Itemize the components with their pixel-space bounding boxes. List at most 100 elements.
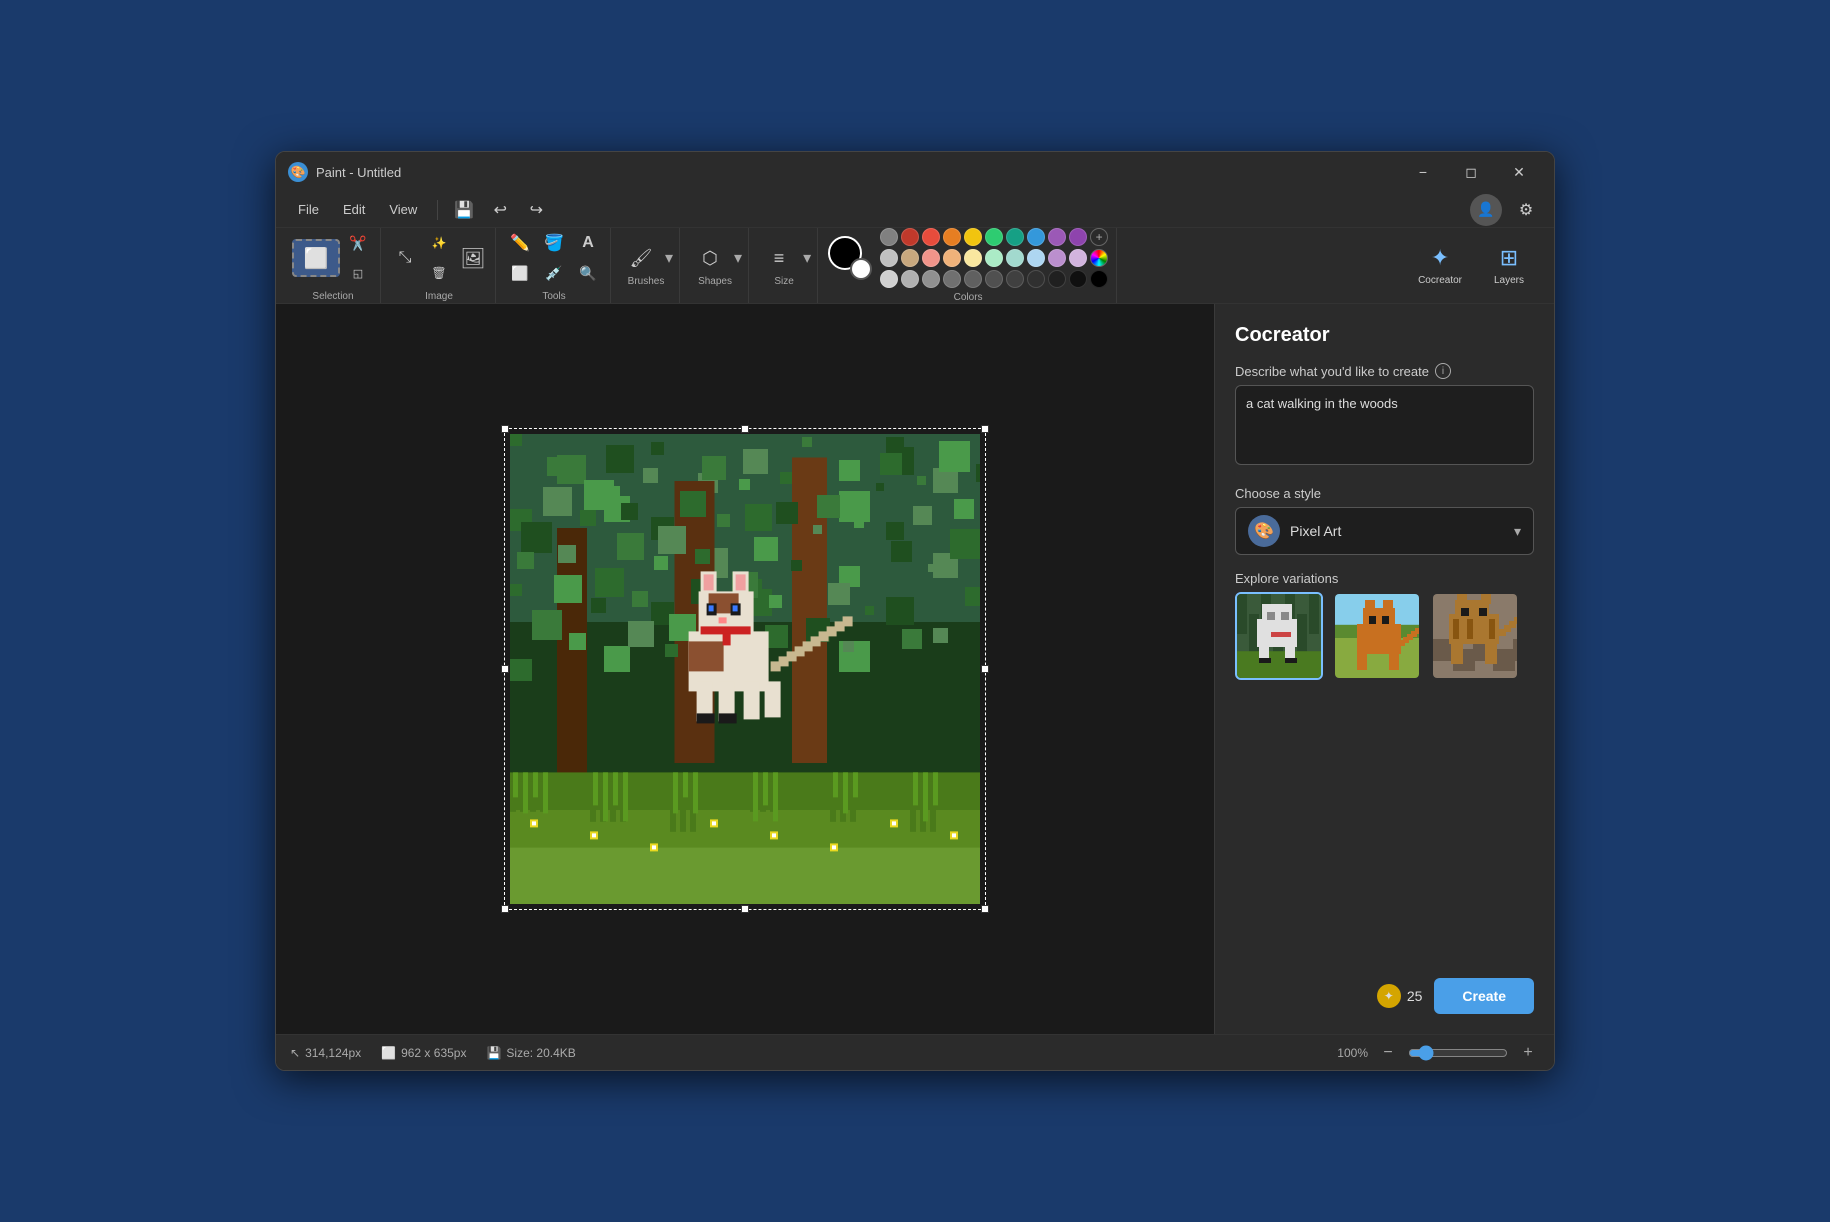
eraser-button[interactable]: ⬜ (504, 259, 536, 287)
selection-free-button[interactable]: ◱ (342, 259, 374, 287)
style-section: Choose a style 🎨 Pixel Art ▾ (1235, 486, 1534, 555)
dimensions-icon: ⬜ (381, 1046, 396, 1060)
color-lightblue[interactable] (1027, 249, 1045, 267)
minimize-button[interactable]: − (1400, 156, 1446, 188)
menu-view[interactable]: View (379, 198, 427, 221)
credits-icon: ✦ (1377, 984, 1401, 1008)
handle-bottomright[interactable] (981, 905, 989, 913)
variation-1[interactable] (1235, 592, 1323, 680)
menu-edit[interactable]: Edit (333, 198, 375, 221)
handle-midright[interactable] (981, 665, 989, 673)
app-icon: 🎨 (288, 162, 308, 182)
color-gray[interactable] (880, 228, 898, 246)
color-lightgreen[interactable] (985, 249, 1003, 267)
image-label: Image (425, 291, 453, 302)
handle-midleft[interactable] (501, 665, 509, 673)
color-green[interactable] (985, 228, 1003, 246)
style-label: Choose a style (1235, 486, 1534, 501)
create-button[interactable]: Create (1434, 978, 1534, 1014)
brush-button[interactable]: 🖌 (619, 244, 663, 272)
toolbar-specials: ✦ Cocreator ⊞ Layers (1398, 239, 1544, 292)
zoom-in-button[interactable]: + (1516, 1041, 1540, 1065)
size-row: ≡ ▾ (757, 244, 811, 272)
settings-button[interactable]: ⚙ (1510, 196, 1542, 224)
color-blue[interactable] (1027, 228, 1045, 246)
brushes-group: 🖌 ▾ Brushes (613, 228, 680, 303)
image-magic-button[interactable]: ✨ (423, 229, 455, 257)
variations-section: Explore variations (1235, 571, 1534, 680)
zoom-out-button[interactable]: − (1376, 1041, 1400, 1065)
menu-file[interactable]: File (288, 198, 329, 221)
color-silver[interactable] (880, 249, 898, 267)
cocreator-panel: Cocreator Describe what you'd like to cr… (1214, 304, 1554, 1034)
color-purple[interactable] (1048, 228, 1066, 246)
color-lavender[interactable] (1048, 249, 1066, 267)
color-tan[interactable] (901, 249, 919, 267)
handle-bottomcenter[interactable] (741, 905, 749, 913)
handle-bottomleft[interactable] (501, 905, 509, 913)
color-darkpurple[interactable] (1069, 228, 1087, 246)
zoom-slider[interactable] (1408, 1045, 1508, 1061)
zoom-tool-button[interactable]: 🔍 (572, 259, 604, 287)
variation-3[interactable] (1431, 592, 1519, 680)
redo-button[interactable]: ↪ (520, 196, 552, 224)
prompt-textarea[interactable]: a cat walking in the woods (1235, 385, 1534, 465)
image-group: ⤡ ✨ 🗑 🖼 Image (383, 228, 496, 303)
color-lightteal[interactable] (1006, 249, 1024, 267)
style-selector[interactable]: 🎨 Pixel Art ▾ (1235, 507, 1534, 555)
image-row: ⤡ ✨ 🗑 🖼 (389, 229, 489, 287)
handle-topleft[interactable] (501, 425, 509, 433)
shape-button[interactable]: ⬡ (688, 244, 732, 272)
statusbar-right: 100% − + (1337, 1041, 1540, 1065)
info-icon[interactable]: i (1435, 363, 1451, 379)
zoom-level: 100% (1337, 1046, 1368, 1060)
style-chevron-icon: ▾ (1514, 523, 1521, 540)
color-teal[interactable] (1006, 228, 1024, 246)
layers-toolbar-label: Layers (1494, 275, 1524, 286)
shapes-row: ⬡ ▾ (688, 244, 742, 272)
handle-topright[interactable] (981, 425, 989, 433)
size-group: ≡ ▾ Size (751, 228, 818, 303)
color-yellow[interactable] (964, 228, 982, 246)
cocreator-toolbar-button[interactable]: ✦ Cocreator (1406, 239, 1474, 292)
close-button[interactable]: ✕ (1496, 156, 1542, 188)
toolbar: ⬜ ✂️ ◱ Selection ⤡ ✨ 🗑 🖼 Image (276, 228, 1554, 304)
main-canvas[interactable] (510, 434, 980, 904)
color-red[interactable] (922, 228, 940, 246)
selection-crop-button[interactable]: ✂️ (342, 229, 374, 257)
layers-toolbar-button[interactable]: ⊞ Layers (1482, 239, 1536, 292)
color-peach[interactable] (943, 249, 961, 267)
size-status: 💾 Size: 20.4KB (486, 1046, 575, 1060)
cursor-status: ↖ 314,124px (290, 1046, 361, 1060)
secondary-color[interactable] (850, 258, 872, 280)
selection-rect-button[interactable]: ⬜ (292, 239, 340, 277)
pencil-button[interactable]: ✏️ (504, 229, 536, 257)
image-insert-button[interactable]: 🖼 (457, 244, 489, 272)
color-picker-button[interactable]: 💉 (538, 259, 570, 287)
undo-button[interactable]: ↩ (484, 196, 516, 224)
color-wheel[interactable] (1090, 249, 1108, 267)
handle-topcenter[interactable] (741, 425, 749, 433)
canvas-wrapper (510, 434, 980, 904)
color-darkred[interactable] (901, 228, 919, 246)
image-erase-button[interactable]: 🗑 (423, 259, 455, 287)
selection-group: ⬜ ✂️ ◱ Selection (286, 228, 381, 303)
brushes-row: 🖌 ▾ (619, 244, 673, 272)
variation-3-canvas (1433, 594, 1519, 680)
size-button[interactable]: ≡ (757, 244, 801, 272)
user-button[interactable]: 👤 (1470, 194, 1502, 226)
tools-group: ✏️ 🪣 A ⬜ 💉 🔍 Tools (498, 228, 611, 303)
titlebar: 🎨 Paint - Untitled − ◻ ✕ (276, 152, 1554, 192)
variation-1-canvas (1237, 594, 1323, 680)
fill-button[interactable]: 🪣 (538, 229, 570, 257)
color-lilac[interactable] (1069, 249, 1087, 267)
text-button[interactable]: A (572, 229, 604, 257)
save-button[interactable]: 💾 (448, 196, 480, 224)
maximize-button[interactable]: ◻ (1448, 156, 1494, 188)
color-lightyellow[interactable] (964, 249, 982, 267)
color-orange[interactable] (943, 228, 961, 246)
variation-2[interactable] (1333, 592, 1421, 680)
image-resize-button[interactable]: ⤡ (389, 244, 421, 272)
add-color-button[interactable]: + (1090, 228, 1108, 246)
color-lightred[interactable] (922, 249, 940, 267)
